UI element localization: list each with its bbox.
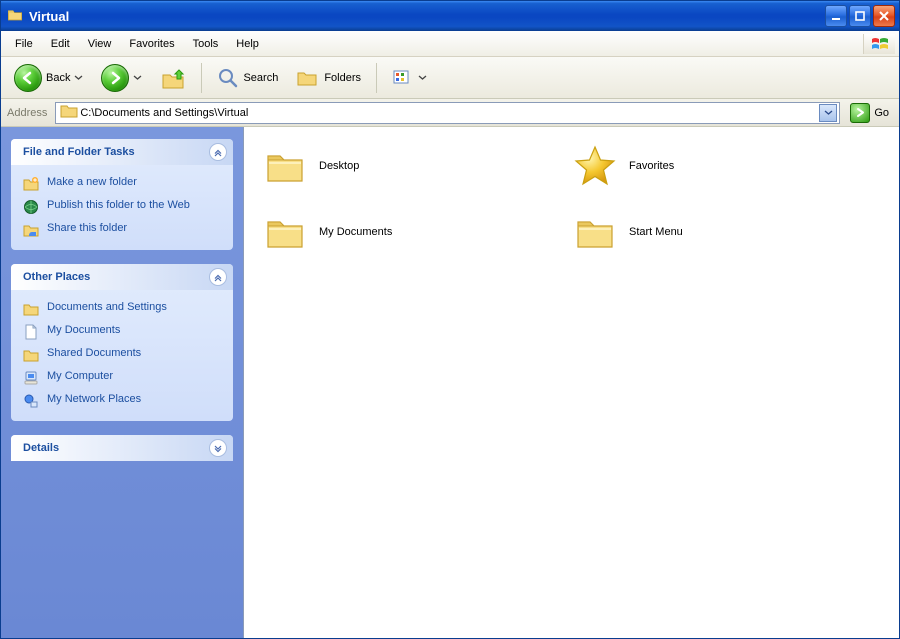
address-bar: Address Go <box>1 99 899 127</box>
task-make-new-folder[interactable]: Make a new folder <box>23 175 221 192</box>
link-shared-documents[interactable]: Shared Documents <box>23 346 221 363</box>
link-label: My Computer <box>47 369 113 383</box>
collapse-button[interactable] <box>209 268 227 286</box>
task-share-folder[interactable]: Share this folder <box>23 221 221 238</box>
forward-arrow-icon <box>101 64 129 92</box>
windows-flag-icon <box>863 34 895 54</box>
item-label: Favorites <box>629 160 674 172</box>
chevron-down-icon <box>213 443 223 453</box>
menu-edit[interactable]: Edit <box>43 35 78 53</box>
chevron-down-icon <box>133 73 142 82</box>
panel-file-tasks: File and Folder Tasks Make a new folder … <box>11 139 233 250</box>
menu-favorites[interactable]: Favorites <box>121 35 182 53</box>
task-label: Make a new folder <box>47 175 137 189</box>
task-label: Share this folder <box>47 221 127 235</box>
sidebar: File and Folder Tasks Make a new folder … <box>1 127 243 638</box>
link-label: My Documents <box>47 323 120 337</box>
menu-file[interactable]: File <box>7 35 41 53</box>
folder-icon <box>23 301 39 317</box>
menu-bar: File Edit View Favorites Tools Help <box>1 31 899 57</box>
star-icon <box>573 144 617 188</box>
computer-icon <box>23 370 39 386</box>
item-start-menu[interactable]: Start Menu <box>570 207 830 257</box>
back-label: Back <box>46 72 70 84</box>
panel-title: Details <box>23 442 59 454</box>
task-publish-web[interactable]: Publish this folder to the Web <box>23 198 221 215</box>
go-arrow-icon <box>850 103 870 123</box>
menu-help[interactable]: Help <box>228 35 267 53</box>
document-icon <box>23 324 39 340</box>
link-label: Documents and Settings <box>47 300 167 314</box>
link-my-network-places[interactable]: My Network Places <box>23 392 221 409</box>
close-button[interactable] <box>873 5 895 27</box>
folder-icon <box>573 210 617 254</box>
task-label: Publish this folder to the Web <box>47 198 190 212</box>
title-bar[interactable]: Virtual <box>1 1 899 31</box>
minimize-button[interactable] <box>825 5 847 27</box>
item-my-documents[interactable]: My Documents <box>260 207 520 257</box>
item-label: Start Menu <box>629 226 683 238</box>
chevron-down-icon <box>74 73 83 82</box>
link-documents-settings[interactable]: Documents and Settings <box>23 300 221 317</box>
address-input[interactable] <box>78 106 819 120</box>
folder-icon <box>60 103 78 122</box>
views-icon <box>392 68 414 88</box>
search-icon <box>217 67 239 89</box>
menu-tools[interactable]: Tools <box>185 35 227 53</box>
share-folder-icon <box>23 222 39 238</box>
expand-button[interactable] <box>209 439 227 457</box>
search-button[interactable]: Search <box>210 64 285 92</box>
folder-icon <box>263 210 307 254</box>
link-label: My Network Places <box>47 392 141 406</box>
panel-title: File and Folder Tasks <box>23 146 135 158</box>
address-label: Address <box>7 107 49 119</box>
folder-icon <box>263 144 307 188</box>
toolbar: Back Search Folders <box>1 57 899 99</box>
publish-web-icon <box>23 199 39 215</box>
network-icon <box>23 393 39 409</box>
back-arrow-icon <box>14 64 42 92</box>
folders-icon <box>296 67 320 89</box>
back-button[interactable]: Back <box>7 61 90 95</box>
folder-icon <box>7 8 23 24</box>
panel-header-other-places[interactable]: Other Places <box>11 264 233 290</box>
panel-title: Other Places <box>23 271 90 283</box>
new-folder-icon <box>23 176 39 192</box>
item-desktop[interactable]: Desktop <box>260 141 520 191</box>
chevron-up-icon <box>213 147 223 157</box>
address-dropdown[interactable] <box>819 104 837 122</box>
up-folder-icon <box>160 65 186 91</box>
address-input-wrap[interactable] <box>55 102 840 124</box>
link-my-computer[interactable]: My Computer <box>23 369 221 386</box>
item-favorites[interactable]: Favorites <box>570 141 830 191</box>
menu-view[interactable]: View <box>80 35 120 53</box>
explorer-window: Virtual File Edit View Favorites Tools H… <box>0 0 900 639</box>
item-label: My Documents <box>319 226 392 238</box>
link-label: Shared Documents <box>47 346 141 360</box>
forward-button[interactable] <box>94 61 149 95</box>
folders-label: Folders <box>324 72 361 84</box>
go-label: Go <box>874 107 889 119</box>
link-my-documents[interactable]: My Documents <box>23 323 221 340</box>
chevron-down-icon <box>824 108 833 117</box>
content-area[interactable]: Desktop Favorites <box>243 127 899 638</box>
panel-details: Details <box>11 435 233 461</box>
chevron-down-icon <box>418 73 427 82</box>
window-title: Virtual <box>29 9 825 24</box>
collapse-button[interactable] <box>209 143 227 161</box>
panel-header-details[interactable]: Details <box>11 435 233 461</box>
maximize-button[interactable] <box>849 5 871 27</box>
panel-other-places: Other Places Documents and Settings My D… <box>11 264 233 421</box>
panel-header-file-tasks[interactable]: File and Folder Tasks <box>11 139 233 165</box>
body: File and Folder Tasks Make a new folder … <box>1 127 899 638</box>
folder-icon <box>23 347 39 363</box>
search-label: Search <box>243 72 278 84</box>
chevron-up-icon <box>213 272 223 282</box>
up-button[interactable] <box>153 62 193 94</box>
go-button[interactable]: Go <box>846 101 893 125</box>
views-button[interactable] <box>385 65 434 91</box>
item-label: Desktop <box>319 160 359 172</box>
folders-button[interactable]: Folders <box>289 64 368 92</box>
